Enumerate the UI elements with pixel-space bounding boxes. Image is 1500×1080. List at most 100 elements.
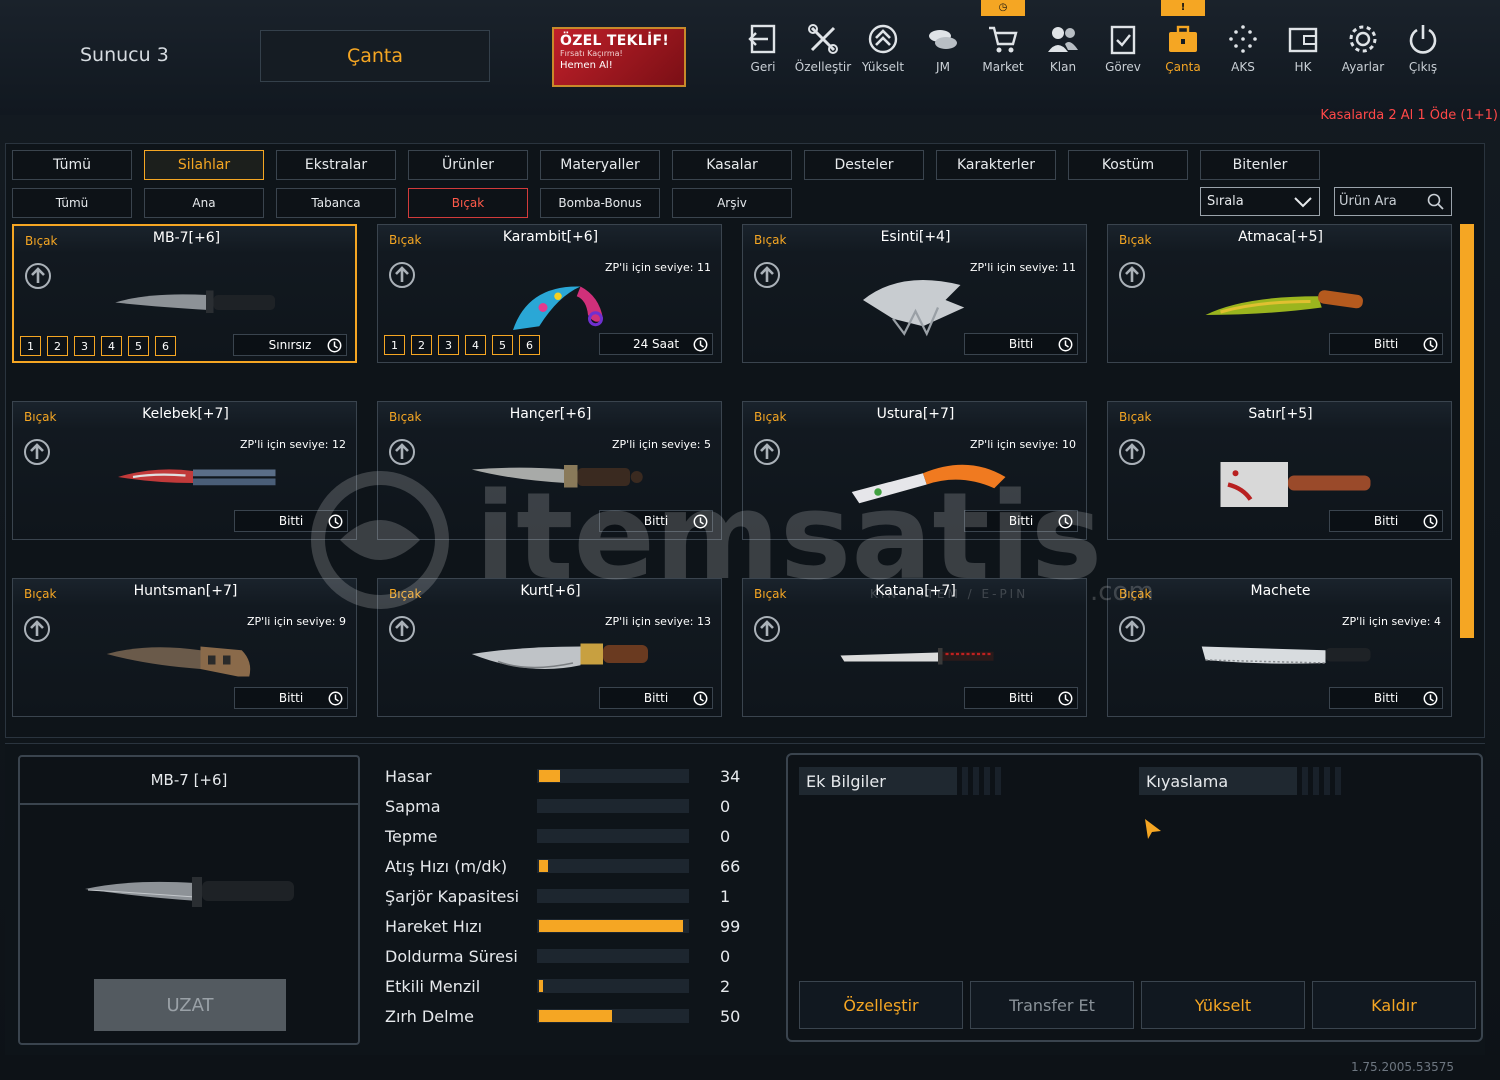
slot-button[interactable]: 6 [519,335,540,355]
slot-button[interactable]: 3 [74,336,95,356]
nav-gear[interactable]: Ayarlar [1333,22,1393,74]
nav-coins[interactable]: JM [913,22,973,74]
search-placeholder: Ürün Ara [1339,194,1397,209]
customize-button[interactable]: Özelleştir [799,981,963,1029]
stat-row: Zırh Delme 50 [385,1004,740,1028]
nav-label: Çanta [1165,60,1201,74]
remove-button[interactable]: Kaldır [1312,981,1476,1029]
knife-image [471,643,648,669]
cursor-icon [1145,819,1161,839]
nav-clan[interactable]: Klan [1033,22,1093,74]
scrollbar[interactable] [1460,224,1474,638]
upgrade-arrow-icon[interactable] [753,438,781,466]
offer-subtitle: Fırsatı Kaçırma! [560,49,623,58]
tab-0[interactable]: Tümü [12,150,132,180]
nav-tools[interactable]: Özelleştir [793,22,853,74]
upgrade-arrow-icon[interactable] [753,261,781,289]
subtab-3[interactable]: Bıçak [408,188,528,218]
item-name: Esinti[+4] [880,229,951,245]
tab-6[interactable]: Desteler [804,150,924,180]
tab-7[interactable]: Karakterler [936,150,1056,180]
tab-8[interactable]: Kostüm [1068,150,1188,180]
item-card[interactable]: Bıçak Karambit[+6] ZP'li için seviye: 11 1 2… [377,224,722,363]
item-status: Bitti [234,510,348,532]
tab-2[interactable]: Ekstralar [276,150,396,180]
tools-icon [808,24,838,54]
item-card[interactable]: Bıçak Esinti[+4] ZP'li için seviye: 11 Bitt… [742,224,1087,363]
nav-power[interactable]: Çıkış [1393,22,1453,74]
clock-icon [693,691,708,706]
item-card[interactable]: Bıçak Katana[+7] Bitti [742,578,1087,717]
sort-dropdown[interactable]: Sırala [1200,187,1320,216]
tab-5[interactable]: Kasalar [672,150,792,180]
upgrade-arrow-icon[interactable] [23,438,51,466]
nav-wallet[interactable]: HK [1273,22,1333,74]
subtab-4[interactable]: Bomba-Bonus [540,188,660,218]
tab-3[interactable]: Ürünler [408,150,528,180]
mission-icon [1110,25,1136,55]
upgrade-arrow-icon[interactable] [1118,261,1146,289]
item-card[interactable]: Bıçak MB-7[+6] 1 2 3 4 5 6 Sınırsız [12,224,357,363]
slot-button[interactable]: 5 [492,335,513,355]
slot-button[interactable]: 4 [101,336,122,356]
cart-icon [989,26,1018,53]
item-card[interactable]: Bıçak Huntsman[+7] ZP'li için seviye: 9 Bit… [12,578,357,717]
upgrade-arrow-icon[interactable] [388,615,416,643]
stat-row: Doldurma Süresi 0 [385,944,730,968]
upgrade-button[interactable]: Yükselt [1141,981,1305,1029]
tab-4[interactable]: Materyaller [540,150,660,180]
upgrade-arrow-icon[interactable] [388,438,416,466]
tab-9[interactable]: Bitenler [1200,150,1320,180]
item-card[interactable]: Bıçak Kurt[+6] ZP'li için seviye: 13 Bitti [377,578,722,717]
item-card[interactable]: Bıçak Atmaca[+5] Bitti [1107,224,1452,363]
upgrade-arrow-icon[interactable] [24,262,52,290]
knife-image [1205,290,1363,315]
item-card[interactable]: Bıçak Machete ZP'li için seviye: 4 Bitti [1107,578,1452,717]
tab-1[interactable]: Silahlar [144,150,264,180]
upgrade-arrow-icon[interactable] [1118,615,1146,643]
stat-label: Etkili Menzil [385,976,481,996]
knife-image [118,469,276,486]
stat-row: Sapma 0 [385,794,730,818]
slot-button[interactable]: 2 [47,336,68,356]
item-status-text: Bitti [278,691,304,705]
item-card[interactable]: Bıçak Kelebek[+7] ZP'li için seviye: 12 Bit… [12,401,357,540]
knife-image [115,290,275,313]
subtab-0[interactable]: Tümü [12,188,132,218]
slot-button[interactable]: 4 [465,335,486,355]
upgrade-arrow-icon[interactable] [1118,438,1146,466]
nav-dots[interactable]: AKS [1213,22,1273,74]
nav-label: Ayarlar [1341,60,1385,74]
nav-rank-up[interactable]: Yükselt [853,22,913,74]
nav-cart[interactable]: ◷ Market [973,0,1033,74]
extend-button[interactable]: UZAT [94,979,286,1031]
nav-exit[interactable]: Geri [733,22,793,74]
subtab-5[interactable]: Arşiv [672,188,792,218]
slot-button[interactable]: 2 [411,335,432,355]
bag-icon [1169,25,1197,52]
slot-button[interactable]: 3 [438,335,459,355]
item-card[interactable]: Bıçak Satır[+5] Bitti [1107,401,1452,540]
search-input[interactable]: Ürün Ara [1334,187,1452,216]
offer-title: ÖZEL TEKLİF! [560,33,670,49]
special-offer-button[interactable]: ÖZEL TEKLİF! Fırsatı Kaçırma! Hemen Al! [552,27,686,87]
upgrade-arrow-icon[interactable] [388,261,416,289]
upgrade-arrow-icon[interactable] [753,615,781,643]
clock-icon [1423,691,1438,706]
slot-button[interactable]: 1 [20,336,41,356]
nav-label: Klan [1049,60,1077,74]
stat-row: Hareket Hızı 99 [385,914,740,938]
subtab-1[interactable]: Ana [144,188,264,218]
nav-bag[interactable]: ! Çanta [1153,0,1213,74]
info-panel: Ek Bilgiler Kıyaslama Özelleştir Transfe… [786,753,1483,1042]
slot-button[interactable]: 5 [128,336,149,356]
slot-button[interactable]: 6 [155,336,176,356]
subtab-2[interactable]: Tabanca [276,188,396,218]
item-card[interactable]: Bıçak Hançer[+6] ZP'li için seviye: 5 Bitti [377,401,722,540]
transfer-button[interactable]: Transfer Et [970,981,1134,1029]
nav-mission[interactable]: Görev [1093,22,1153,74]
item-card[interactable]: Bıçak Ustura[+7] ZP'li için seviye: 10 Bitt… [742,401,1087,540]
upgrade-arrow-icon[interactable] [23,615,51,643]
slot-button[interactable]: 1 [384,335,405,355]
item-status: Bitti [1329,687,1443,709]
